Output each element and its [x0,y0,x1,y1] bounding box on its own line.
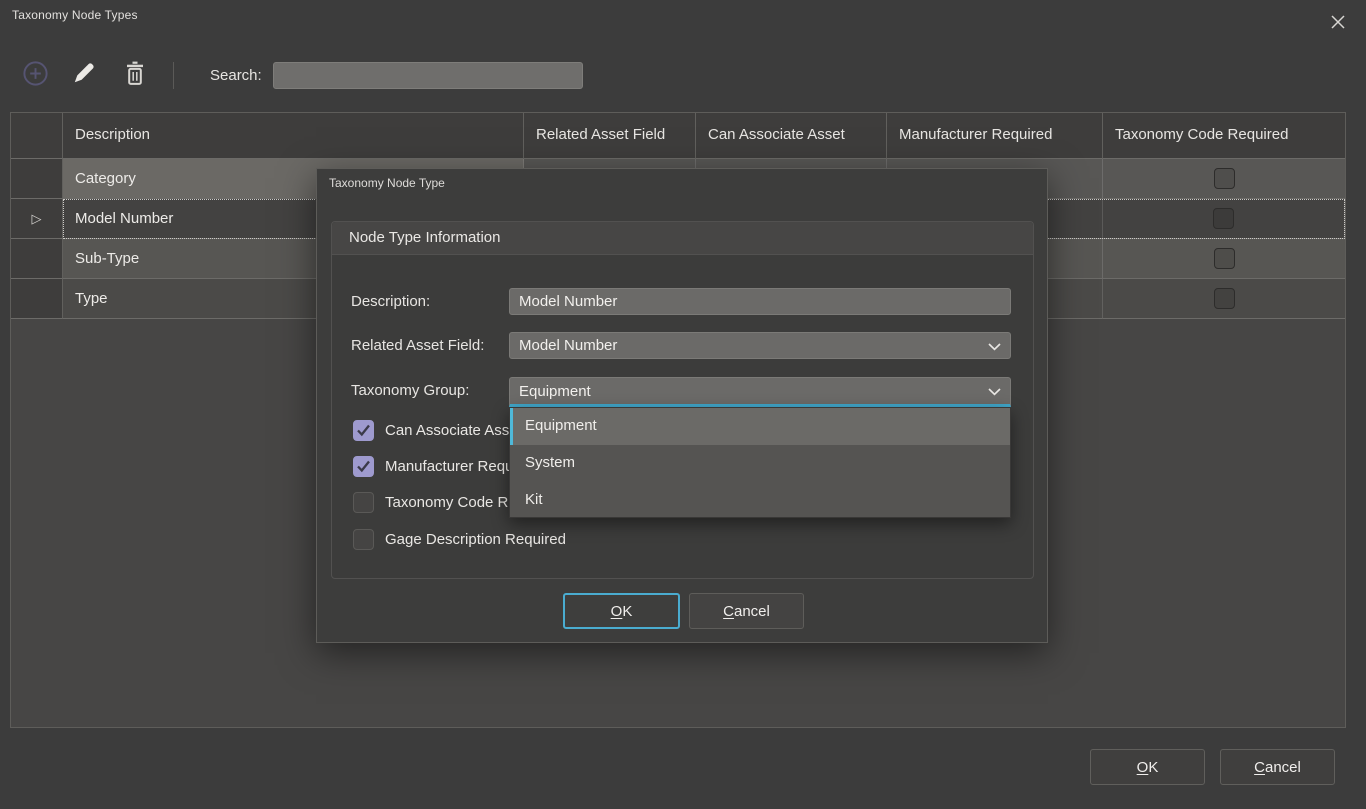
manufacturer-required-checkbox[interactable] [353,456,374,477]
ok-button[interactable]: OK [1090,749,1205,785]
add-button[interactable] [20,58,50,88]
column-header-taxonomy-code-required[interactable]: Taxonomy Code Required [1103,113,1345,159]
taxonomy-code-required-checkbox[interactable] [1213,208,1234,229]
can-associate-asset-option[interactable]: Can Associate Asset [353,420,522,441]
row-header-cell[interactable]: ▷ [11,199,63,239]
taxonomy-code-required-cell[interactable] [1103,279,1345,319]
trash-icon [123,60,147,87]
current-row-indicator-icon: ▷ [32,211,42,227]
dialog-ok-button[interactable]: OK [563,593,680,629]
chevron-down-icon [988,388,1001,396]
column-header-related-asset-field[interactable]: Related Asset Field [524,113,696,159]
gage-description-required-checkbox[interactable] [353,529,374,550]
row-header-cell[interactable] [11,239,63,279]
description-input[interactable] [509,288,1011,315]
taxonomy-code-required-cell[interactable] [1103,159,1345,199]
table-header-row: Description Related Asset Field Can Asso… [11,113,1345,159]
can-associate-asset-checkbox[interactable] [353,420,374,441]
taxonomy-group-dropdown[interactable]: Equipment [509,377,1011,407]
edit-button[interactable] [69,58,99,88]
dialog-cancel-button[interactable]: Cancel [689,593,804,629]
row-header-cell[interactable] [11,279,63,319]
cancel-button[interactable]: Cancel [1220,749,1335,785]
pencil-icon [71,60,97,86]
search-input[interactable] [273,62,583,89]
taxonomy-code-required-checkbox[interactable] [353,492,374,513]
taxonomy-group-value: Equipment [519,379,591,404]
taxonomy-code-required-checkbox[interactable] [1214,248,1235,269]
dropdown-option-equipment[interactable]: Equipment [510,408,1010,445]
related-asset-field-label: Related Asset Field: [351,332,484,359]
check-icon [356,460,371,473]
dialog-title: Taxonomy Node Type [329,176,445,190]
dropdown-option-system[interactable]: System [510,445,1010,482]
close-button[interactable] [1324,10,1352,34]
delete-button[interactable] [120,58,150,88]
chevron-down-icon [988,343,1001,351]
gage-description-required-option[interactable]: Gage Description Required [353,529,566,550]
check-icon [356,424,371,437]
taxonomy-code-required-checkbox[interactable] [1214,168,1235,189]
row-header-cell[interactable] [11,159,63,199]
taxonomy-node-type-dialog: Taxonomy Node Type Node Type Information… [316,168,1048,643]
taxonomy-group-label: Taxonomy Group: [351,377,469,404]
related-asset-field-value: Model Number [519,333,617,358]
search-label: Search: [210,62,262,89]
dropdown-option-kit[interactable]: Kit [510,482,1010,519]
taxonomy-group-dropdown-list: Equipment System Kit [509,407,1011,518]
related-asset-field-dropdown[interactable]: Model Number [509,332,1011,359]
taxonomy-code-required-checkbox[interactable] [1214,288,1235,309]
description-label: Description: [351,288,430,315]
window-title: Taxonomy Node Types [12,8,138,22]
close-icon [1330,14,1346,30]
checkbox-label: Gage Description Required [385,531,566,548]
add-circle-icon [21,59,50,88]
taxonomy-code-required-cell[interactable] [1103,199,1345,239]
row-indicator-column-header[interactable] [11,113,63,159]
checkbox-label: Can Associate Asset [385,422,522,439]
column-header-manufacturer-required[interactable]: Manufacturer Required [887,113,1103,159]
taxonomy-code-required-cell[interactable] [1103,239,1345,279]
column-header-description[interactable]: Description [63,113,524,159]
group-title: Node Type Information [332,222,1033,255]
toolbar-separator [173,62,174,89]
column-header-can-associate-asset[interactable]: Can Associate Asset [696,113,887,159]
